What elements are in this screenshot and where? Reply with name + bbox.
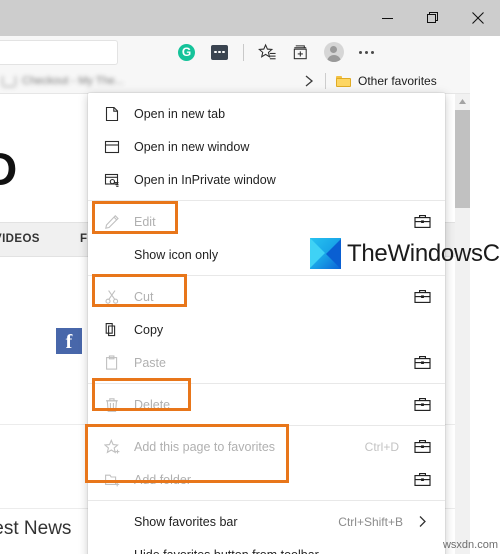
browser-toolbar: G — [0, 36, 470, 68]
work-profile-briefcase-icon — [409, 397, 431, 412]
work-profile-briefcase-icon — [409, 439, 431, 454]
grammarly-extension-icon[interactable]: G — [170, 36, 203, 68]
toolbar-divider — [243, 43, 244, 61]
paste-icon — [104, 354, 130, 371]
collections-icon[interactable] — [284, 36, 317, 68]
three-dots-glyph — [359, 50, 374, 54]
copy-icon — [104, 322, 130, 338]
site-watermark: wsxdn.com — [442, 539, 498, 551]
new-tab-icon — [104, 106, 130, 122]
menu-item-shortcut: Ctrl+D — [364, 439, 399, 454]
menu-item-label: Open in new tab — [134, 106, 226, 121]
avatar-glyph — [323, 42, 344, 62]
thewindowsclub-logo-icon — [310, 238, 341, 269]
window-controls — [365, 0, 500, 36]
menu-item-cut: Cut — [88, 280, 445, 313]
menu-item-label: Show favorites bar — [134, 514, 238, 529]
profile-avatar[interactable] — [317, 36, 350, 68]
favorites-bar-item-label: Checkout - My The... — [22, 75, 124, 87]
favorites-overflow-chevron-icon[interactable] — [300, 72, 318, 90]
menu-item-label: Edit — [134, 214, 156, 229]
window-title-bar — [0, 0, 500, 36]
menu-separator — [88, 383, 445, 384]
nav-item-f[interactable]: F — [80, 233, 87, 245]
thewindowsclub-watermark: TheWindowsClub — [310, 238, 500, 269]
site-logo-letter: D — [0, 143, 18, 195]
folder-plus-icon — [104, 472, 130, 488]
scissors-icon — [104, 289, 130, 305]
thewindowsclub-wordmark: TheWindowsClub — [347, 239, 500, 267]
menu-separator — [88, 200, 445, 201]
menu-item-label: Cut — [134, 289, 154, 304]
toolbar-icon-group: G — [170, 36, 383, 68]
folder-icon — [336, 75, 351, 87]
screenshot-root: G Checkout - My The... Other favorites D… — [0, 0, 500, 554]
favorites-bar-divider — [325, 73, 326, 89]
menu-item-copy[interactable]: Copy — [88, 313, 445, 346]
menu-item-label: Add folder — [134, 472, 191, 487]
work-profile-briefcase-icon — [409, 472, 431, 487]
menu-item-open-in-new-window[interactable]: Open in new window — [88, 130, 445, 163]
scrollbar-up-arrow-icon[interactable] — [455, 94, 470, 109]
favorites-star-icon[interactable] — [251, 36, 284, 68]
restore-icon[interactable] — [410, 0, 455, 36]
favorites-bar-items[interactable]: Checkout - My The... — [2, 71, 124, 91]
minimize-icon[interactable] — [365, 0, 410, 36]
other-favorites-button[interactable]: Other favorites — [336, 71, 437, 91]
work-profile-briefcase-icon — [409, 214, 431, 229]
latest-news-heading: test News — [0, 518, 72, 539]
menu-item-hide-favorites-button-from-toolbar[interactable]: Hide favorites button from toolbar — [88, 538, 445, 554]
menu-item-label: Hide favorites button from toolbar — [130, 548, 431, 554]
star-plus-icon — [104, 438, 130, 455]
page-scrollbar[interactable] — [455, 94, 470, 554]
favorites-context-menu[interactable]: Open in new tab Open in new window Open in… — [88, 93, 445, 554]
menu-item-label: Open in new window — [134, 139, 250, 154]
extension-icon[interactable] — [203, 36, 236, 68]
menu-item-add-folder: Add folder — [88, 463, 445, 496]
menu-item-label: Paste — [134, 355, 166, 370]
inprivate-window-icon — [104, 172, 130, 188]
menu-separator — [88, 500, 445, 501]
menu-item-label: Add this page to favorites — [134, 439, 276, 454]
close-icon[interactable] — [455, 0, 500, 36]
address-bar-input[interactable] — [0, 40, 118, 65]
menu-separator — [88, 275, 445, 276]
menu-item-label: Delete — [134, 397, 171, 412]
grammarly-glyph: G — [178, 43, 195, 61]
menu-item-edit: Edit — [88, 205, 445, 238]
menu-separator — [88, 425, 445, 426]
extension-glyph — [211, 44, 228, 60]
scrollbar-thumb[interactable] — [455, 110, 470, 208]
submenu-chevron-icon[interactable] — [413, 515, 431, 528]
menu-item-add-this-page-to-favorites: Add this page to favorites Ctrl+D — [88, 430, 445, 463]
new-window-icon — [104, 139, 130, 155]
settings-and-more-icon[interactable] — [350, 36, 383, 68]
menu-item-delete: Delete — [88, 388, 445, 421]
work-profile-briefcase-icon — [409, 355, 431, 370]
menu-item-open-in-inprivate-window[interactable]: Open in InPrivate window — [88, 163, 445, 196]
menu-item-show-favorites-bar[interactable]: Show favorites bar Ctrl+Shift+B — [88, 505, 445, 538]
pencil-icon — [104, 214, 130, 230]
menu-item-label: Copy — [134, 322, 164, 337]
shopping-cart-icon — [2, 75, 16, 87]
menu-item-open-in-new-tab[interactable]: Open in new tab — [88, 97, 445, 130]
menu-item-paste: Paste — [88, 346, 445, 379]
trash-icon — [104, 397, 130, 413]
facebook-share-icon[interactable]: f — [56, 328, 82, 354]
other-favorites-label: Other favorites — [358, 74, 437, 88]
nav-item-videos[interactable]: VIDEOS — [0, 233, 40, 245]
work-profile-briefcase-icon — [409, 289, 431, 304]
menu-item-label: Open in InPrivate window — [134, 172, 276, 187]
menu-item-shortcut: Ctrl+Shift+B — [338, 514, 403, 529]
favorites-bar: Checkout - My The... Other favorites — [0, 68, 470, 94]
